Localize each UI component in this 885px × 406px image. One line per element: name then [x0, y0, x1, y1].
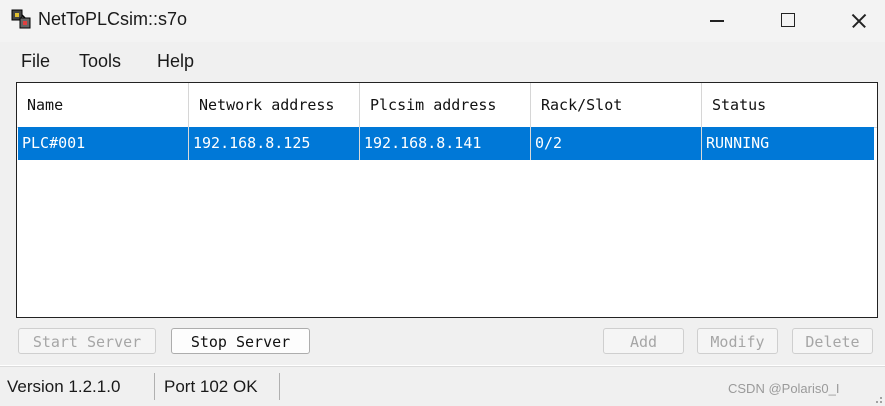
window-title: NetToPLCsim::s7o: [38, 9, 188, 29]
list-header: Name Network address Plcsim address Rack…: [17, 83, 877, 128]
maximize-button[interactable]: [752, 0, 822, 42]
version-label: Version 1.2.1.0: [7, 377, 121, 396]
column-header-network-address[interactable]: Network address: [189, 83, 360, 127]
status-bar: Version 1.2.1.0 Port 102 OK CSDN @Polari…: [0, 366, 885, 406]
menu-file[interactable]: File: [21, 51, 50, 72]
modify-button[interactable]: Modify: [697, 328, 778, 354]
menu-help[interactable]: Help: [157, 51, 194, 72]
column-header-status[interactable]: Status: [702, 83, 877, 127]
cell-status: RUNNING: [706, 134, 770, 152]
cell-network-address: 192.168.8.125: [189, 127, 360, 160]
column-header-plcsim-address[interactable]: Plcsim address: [360, 83, 531, 127]
close-button[interactable]: [824, 0, 885, 42]
resize-grip-icon[interactable]: [871, 392, 883, 404]
cell-name: PLC#001: [18, 127, 189, 160]
watermark-text: CSDN @Polaris0_I: [728, 381, 840, 396]
menu-bar: File Tools Help: [0, 42, 885, 80]
minimize-button[interactable]: [680, 0, 750, 42]
app-icon: [11, 9, 31, 29]
start-server-button[interactable]: Start Server: [18, 328, 156, 354]
plc-list[interactable]: Name Network address Plcsim address Rack…: [16, 82, 878, 318]
port-status-label: Port 102 OK: [164, 377, 258, 396]
delete-button[interactable]: Delete: [792, 328, 873, 354]
menu-tools[interactable]: Tools: [79, 51, 121, 72]
title-bar: NetToPLCsim::s7o: [0, 0, 885, 42]
cell-plcsim-address: 192.168.8.141: [360, 127, 531, 160]
column-header-rack-slot[interactable]: Rack/Slot: [531, 83, 702, 127]
stop-server-button[interactable]: Stop Server: [171, 328, 310, 354]
status-separator: [279, 373, 280, 400]
cell-rack-slot: 0/2: [531, 127, 702, 160]
column-header-name[interactable]: Name: [17, 83, 189, 127]
table-row[interactable]: PLC#001 192.168.8.125 192.168.8.141 0/2 …: [18, 127, 874, 160]
add-button[interactable]: Add: [603, 328, 684, 354]
status-separator: [154, 373, 155, 400]
